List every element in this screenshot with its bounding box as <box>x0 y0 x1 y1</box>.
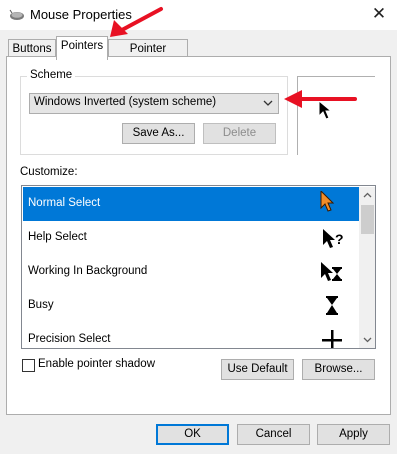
scroll-down-arrow-icon[interactable] <box>359 331 376 348</box>
cancel-button[interactable]: Cancel <box>237 424 310 445</box>
close-icon: ✕ <box>371 4 387 23</box>
list-scrollbar[interactable] <box>359 187 376 348</box>
save-as-label: Save As... <box>132 127 185 139</box>
scroll-up-arrow-icon[interactable] <box>359 187 376 204</box>
cancel-label: Cancel <box>255 428 292 440</box>
browse-label: Browse... <box>314 363 363 375</box>
close-button[interactable]: ✕ <box>361 0 397 30</box>
apply-button[interactable]: Apply <box>317 424 390 445</box>
list-item-busy[interactable]: Busy <box>23 289 359 323</box>
apply-label: Apply <box>339 428 368 440</box>
mouse-icon <box>9 9 24 20</box>
use-default-button[interactable]: Use Default <box>221 359 294 380</box>
delete-button[interactable]: Delete <box>203 123 276 144</box>
window-title: Mouse Properties <box>30 7 132 22</box>
list-item-label: Working In Background <box>28 265 148 277</box>
svg-text:?: ? <box>335 231 344 247</box>
scheme-dropdown-value: Windows Inverted (system scheme) <box>34 96 217 108</box>
save-as-button[interactable]: Save As... <box>122 123 195 144</box>
use-default-label: Use Default <box>227 363 288 375</box>
list-item-working-in-background[interactable]: Working In Background <box>23 255 359 289</box>
arrow-cursor-icon <box>320 191 335 212</box>
list-item-normal-select[interactable]: Normal Select <box>23 187 359 221</box>
list-item-label: Busy <box>28 299 54 311</box>
list-item-label: Precision Select <box>28 333 111 345</box>
pointer-shadow-label[interactable]: Enable pointer shadow <box>38 358 155 370</box>
list-item-label: Normal Select <box>28 197 101 209</box>
scheme-dropdown[interactable]: Windows Inverted (system scheme) <box>29 93 279 114</box>
scheme-group-label: Scheme <box>27 69 76 81</box>
ok-button[interactable]: OK <box>156 424 229 445</box>
cursor-preview <box>297 76 375 155</box>
title-bar: Mouse Properties ✕ <box>0 0 397 30</box>
hourglass-cursor-icon <box>326 296 338 315</box>
pointer-shadow-checkbox[interactable] <box>22 359 35 372</box>
chevron-down-icon <box>263 100 273 106</box>
preview-arrow-cursor-icon <box>318 100 333 120</box>
crosshair-cursor-icon <box>322 330 342 348</box>
cursor-list[interactable]: Normal Select Help Select ? Working In B… <box>21 185 376 349</box>
tab-pointers[interactable]: Pointers <box>56 36 108 60</box>
list-item-help-select[interactable]: Help Select ? <box>23 221 359 255</box>
browse-button[interactable]: Browse... <box>302 359 375 380</box>
list-item-precision-select[interactable]: Precision Select <box>23 323 359 348</box>
ok-label: OK <box>184 428 201 440</box>
help-cursor-icon: ? <box>323 229 344 248</box>
delete-label: Delete <box>222 127 257 139</box>
customize-label: Customize: <box>20 166 78 178</box>
scroll-thumb[interactable] <box>361 205 374 234</box>
list-item-label: Help Select <box>28 231 87 243</box>
working-cursor-icon <box>321 262 342 281</box>
